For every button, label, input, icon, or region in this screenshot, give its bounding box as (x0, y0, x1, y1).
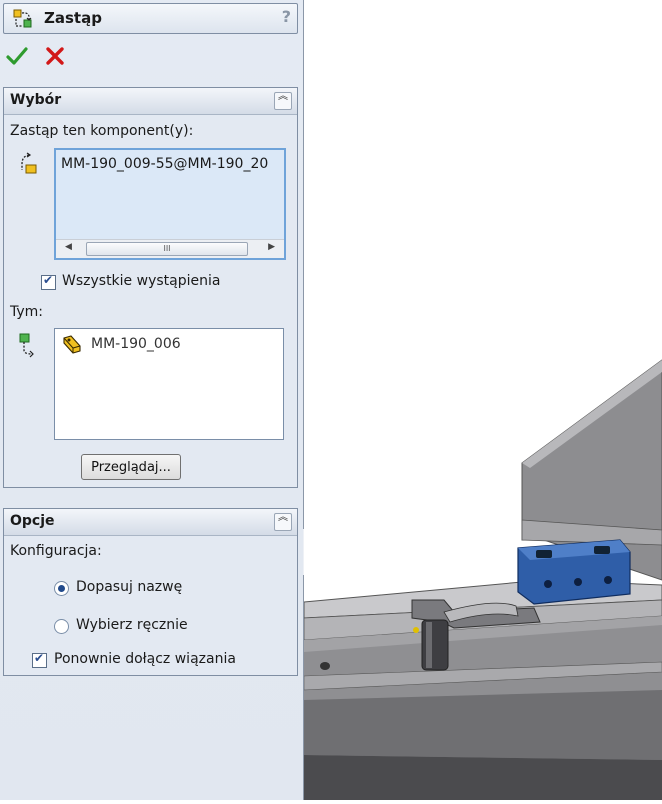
manual-select-radio[interactable] (54, 619, 69, 634)
match-name-radio[interactable] (54, 581, 69, 596)
replace-components-icon (13, 9, 32, 28)
manual-select-label: Wybierz ręcznie (76, 617, 188, 633)
panel-title-bar: Zastąp ? (3, 3, 298, 34)
horizontal-scrollbar[interactable]: ◀ III ▶ (56, 239, 284, 258)
options-group-title: Opcje (10, 513, 55, 529)
options-group-header[interactable]: Opcje ︽ (4, 509, 297, 536)
collapse-chevron-icon[interactable]: ︽ (274, 513, 292, 531)
component-target-icon (19, 333, 34, 358)
source-components-listbox[interactable]: MM-190_009-55@MM-190_20 ◀ III ▶ (54, 148, 286, 260)
target-component-item[interactable]: MM-190_006 (91, 336, 181, 352)
collapse-chevron-icon[interactable]: ︽ (274, 92, 292, 110)
model-view-3d[interactable] (303, 0, 662, 800)
options-group: Opcje ︽ Konfiguracja: Dopasuj nazwę Wybi… (3, 508, 298, 676)
match-name-label: Dopasuj nazwę (76, 579, 183, 595)
property-manager-panel: Zastąp ? Wybór ︽ Zastąp ten komponent(y)… (0, 0, 304, 800)
all-instances-label: Wszystkie wystąpienia (62, 273, 221, 289)
configuration-label: Konfiguracja: (10, 543, 102, 559)
panel-title: Zastąp (44, 9, 102, 27)
selection-group-title: Wybór (10, 92, 62, 108)
scroll-right-icon[interactable]: ▶ (268, 242, 275, 252)
browse-button[interactable]: Przeglądaj... (81, 454, 181, 480)
part-icon (63, 335, 81, 354)
source-component-item[interactable]: MM-190_009-55@MM-190_20 (61, 156, 277, 172)
target-component-listbox[interactable]: MM-190_006 (54, 328, 284, 440)
scroll-thumb[interactable]: III (86, 242, 248, 256)
reattach-mates-checkbox[interactable] (32, 651, 47, 668)
all-instances-checkbox[interactable] (41, 273, 56, 290)
component-source-icon (21, 152, 37, 174)
cancel-x-icon[interactable] (44, 45, 66, 67)
replace-components-label: Zastąp ten komponent(y): (10, 123, 194, 139)
selection-group-header[interactable]: Wybór ︽ (4, 88, 297, 115)
ok-check-icon[interactable] (6, 45, 28, 67)
with-label: Tym: (10, 304, 44, 320)
selection-group: Wybór ︽ Zastąp ten komponent(y): MM-190_… (3, 87, 298, 488)
graphics-viewport[interactable] (303, 0, 662, 800)
scroll-left-icon[interactable]: ◀ (65, 242, 72, 252)
reattach-mates-label: Ponownie dołącz wiązania (54, 651, 236, 667)
help-icon[interactable]: ? (282, 7, 291, 26)
